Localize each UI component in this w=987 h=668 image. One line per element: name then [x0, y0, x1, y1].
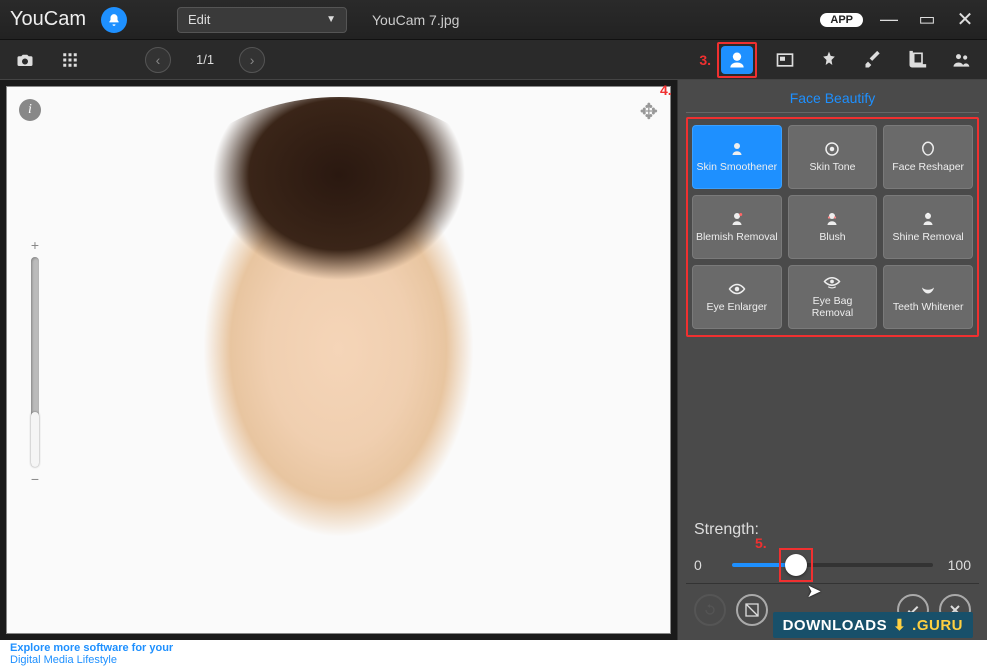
tool-blush[interactable]: Blush: [788, 195, 878, 259]
camera-icon[interactable]: [10, 49, 40, 71]
app-badge[interactable]: APP: [820, 13, 863, 27]
titlebar: YouCam Edit ▼ YouCam 7.jpg APP — ▭ ✕: [0, 0, 987, 40]
maximize-button[interactable]: ▭: [915, 9, 939, 30]
pan-icon[interactable]: ✥: [640, 99, 658, 125]
tool-skin-smoothener[interactable]: Skin Smoothener: [692, 125, 782, 189]
tool-label: Skin Smoothener: [697, 162, 778, 174]
crop-button[interactable]: [901, 46, 933, 74]
strength-label: Strength:: [694, 521, 971, 539]
tool-face-reshaper[interactable]: Face Reshaper: [883, 125, 973, 189]
promo-line1[interactable]: Explore more software for your: [10, 642, 173, 654]
watermark-text1: DOWNLOADS: [783, 617, 888, 634]
grid-icon[interactable]: [55, 49, 85, 71]
beauty-tools-grid: Skin Smoothener Skin Tone Face Reshaper …: [686, 117, 979, 337]
zoom-thumb[interactable]: [31, 412, 39, 467]
effects-button[interactable]: [813, 46, 845, 74]
panel-title: Face Beautify: [686, 90, 979, 113]
page-counter: 1/1: [196, 52, 214, 67]
notifications-icon[interactable]: [101, 7, 127, 33]
mode-dropdown[interactable]: Edit ▼: [177, 7, 347, 33]
tool-label: Blemish Removal: [696, 232, 778, 244]
tool-teeth-whitener[interactable]: Teeth Whitener: [883, 265, 973, 329]
zoom-track[interactable]: [31, 257, 39, 467]
strength-min: 0: [694, 557, 722, 573]
strength-thumb[interactable]: [785, 554, 807, 576]
chevron-down-icon: ▼: [326, 14, 336, 25]
strength-area: Strength: 5. 0 ➤ 100: [686, 521, 979, 583]
strength-track[interactable]: ➤: [732, 563, 933, 567]
compare-button[interactable]: [736, 594, 768, 626]
tool-blemish-removal[interactable]: Blemish Removal: [692, 195, 782, 259]
filename-label: YouCam 7.jpg: [372, 12, 459, 28]
app-title: YouCam: [10, 8, 86, 31]
info-icon[interactable]: i: [19, 99, 41, 121]
canvas[interactable]: i ✥ + −: [6, 86, 671, 634]
zoom-slider[interactable]: + −: [29, 237, 41, 487]
annotation-3-box: [717, 42, 757, 78]
download-icon: ⬇: [893, 616, 906, 634]
strength-slider[interactable]: 5. 0 ➤ 100: [694, 557, 971, 573]
tool-label: Face Reshaper: [892, 162, 964, 174]
side-panel: 4. Face Beautify Skin Smoothener Skin To…: [677, 80, 987, 640]
annotation-5: 5.: [755, 535, 767, 551]
main-area: i ✥ + − 4. Face Beautify Skin Smoothener…: [0, 80, 987, 640]
mode-label: Edit: [188, 12, 210, 27]
tool-skin-tone[interactable]: Skin Tone: [788, 125, 878, 189]
tool-label: Shine Removal: [893, 232, 964, 244]
zoom-in-button[interactable]: +: [31, 237, 39, 253]
reset-button: [694, 594, 726, 626]
tool-eye-bag-removal[interactable]: Eye Bag Removal: [788, 265, 878, 329]
photo-preview-hair: [159, 97, 519, 357]
tool-eye-enlarger[interactable]: Eye Enlarger: [692, 265, 782, 329]
annotation-4: 4.: [660, 82, 672, 98]
brush-button[interactable]: [857, 46, 889, 74]
prev-button[interactable]: ‹: [145, 47, 171, 73]
panel-header: Face Beautify: [686, 86, 979, 115]
tool-shine-removal[interactable]: Shine Removal: [883, 195, 973, 259]
toolbar: ‹ 1/1 › 3.: [0, 40, 987, 80]
tool-label: Eye Enlarger: [706, 302, 767, 314]
zoom-out-button[interactable]: −: [31, 471, 39, 487]
people-button[interactable]: [945, 46, 977, 74]
next-button[interactable]: ›: [239, 47, 265, 73]
promo-link[interactable]: Digital Media Lifestyle: [10, 654, 117, 666]
minimize-button[interactable]: —: [877, 9, 901, 30]
tool-label: Teeth Whitener: [893, 302, 964, 314]
tool-label: Blush: [819, 232, 845, 244]
close-button[interactable]: ✕: [953, 7, 977, 32]
bottom-bar: Explore more software for your Digital M…: [0, 640, 987, 668]
watermark-text2: .GURU: [912, 617, 963, 634]
frame-button[interactable]: [769, 46, 801, 74]
face-beautify-button[interactable]: [721, 46, 753, 74]
watermark: DOWNLOADS ⬇ .GURU: [773, 612, 973, 638]
annotation-3: 3.: [699, 52, 711, 68]
tool-label: Skin Tone: [810, 162, 856, 174]
strength-max: 100: [943, 557, 971, 573]
tool-label: Eye Bag Removal: [791, 296, 875, 319]
